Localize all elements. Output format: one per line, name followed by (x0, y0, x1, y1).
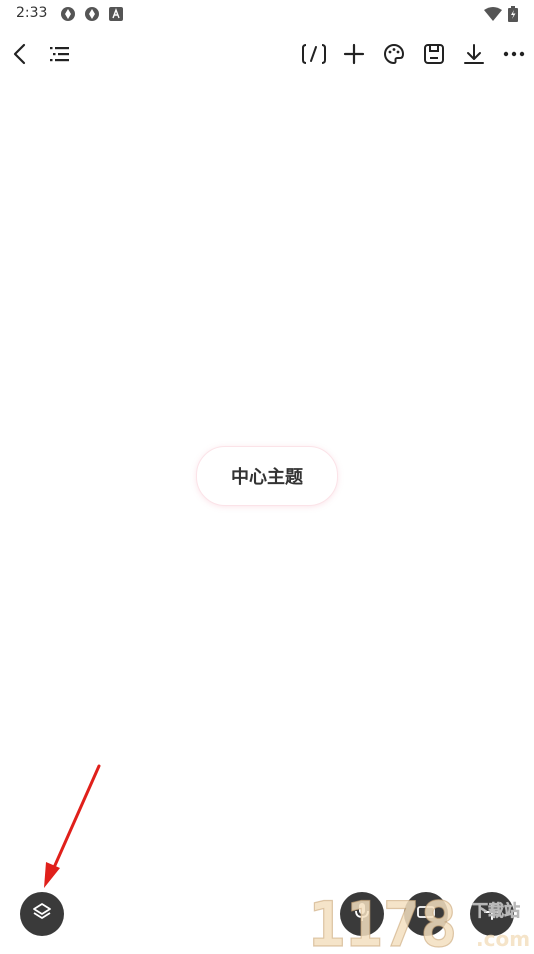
formula-icon (301, 43, 327, 65)
palette-icon (383, 43, 405, 65)
more-icon (503, 51, 525, 57)
save-icon (423, 43, 445, 65)
status-bar: 2:33 (0, 0, 534, 28)
add-icon (343, 43, 365, 65)
add-node-icon (481, 901, 503, 927)
node-icon (415, 901, 437, 927)
voice-button[interactable] (340, 892, 384, 936)
back-icon (10, 43, 30, 65)
sync-icon (60, 6, 76, 26)
layers-icon (31, 901, 53, 927)
font-a-icon (109, 6, 123, 25)
outline-list-icon (49, 44, 71, 64)
formula-button[interactable] (294, 32, 334, 76)
status-time: 2:33 (16, 5, 48, 21)
node-button[interactable] (404, 892, 448, 936)
wifi-icon (484, 6, 502, 25)
central-topic-node[interactable]: 中心主题 (196, 446, 338, 506)
more-button[interactable] (494, 32, 534, 76)
layers-button[interactable] (20, 892, 64, 936)
back-button[interactable] (0, 32, 40, 76)
save-button[interactable] (414, 32, 454, 76)
battery-icon (508, 6, 518, 26)
microphone-icon (353, 901, 371, 927)
download-button[interactable] (454, 32, 494, 76)
download-icon (463, 43, 485, 65)
top-toolbar (0, 32, 534, 76)
add-button[interactable] (334, 32, 374, 76)
theme-button[interactable] (374, 32, 414, 76)
add-node-button[interactable] (470, 892, 514, 936)
sync-icon (84, 6, 100, 26)
outline-button[interactable] (40, 32, 80, 76)
